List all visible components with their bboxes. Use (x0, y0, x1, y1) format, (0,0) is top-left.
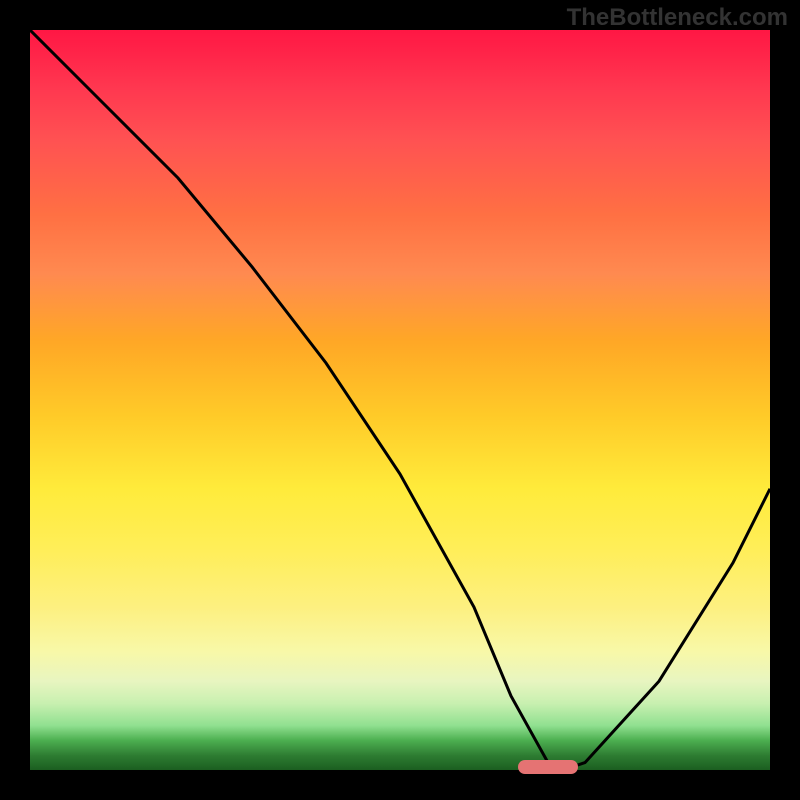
bottleneck-curve (30, 30, 770, 770)
watermark-text: TheBottleneck.com (567, 4, 788, 32)
curve-svg (30, 30, 770, 770)
plot-area (30, 30, 770, 770)
optimal-marker (518, 760, 577, 774)
